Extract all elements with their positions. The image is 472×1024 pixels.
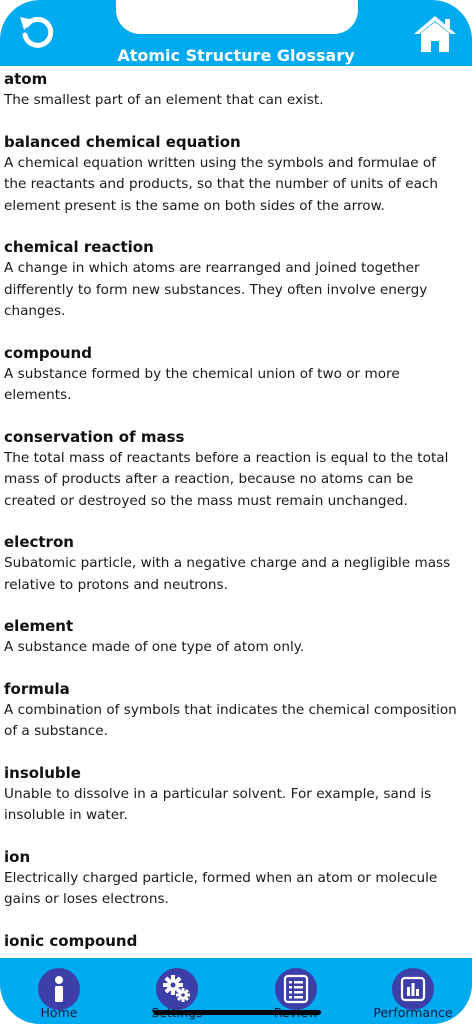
tab-icon-circle	[38, 968, 80, 1010]
glossary-entry: element A substance made of one type of …	[0, 616, 472, 659]
tab-settings[interactable]: Settings	[122, 968, 232, 1024]
gears-icon	[163, 975, 190, 1002]
glossary-entry: formula A combination of symbols that in…	[0, 679, 472, 743]
tab-review[interactable]: Review	[241, 968, 351, 1024]
glossary-list[interactable]: atom The smallest part of an element tha…	[0, 66, 472, 958]
glossary-definition: A substance made of one type of atom onl…	[4, 639, 305, 655]
tab-icon-circle	[392, 968, 434, 1010]
checklist-icon	[283, 974, 309, 1004]
glossary-term: chemical reaction	[4, 238, 154, 256]
header-bar: Atomic Structure Glossary	[0, 0, 472, 66]
glossary-term: insoluble	[4, 763, 81, 782]
glossary-definition: Unable to dissolve in a particular solve…	[4, 785, 432, 824]
glossary-entry: ionic compound	[0, 931, 472, 952]
tab-icon-circle	[156, 968, 198, 1010]
glossary-term: electron	[4, 533, 74, 551]
glossary-term: formula	[4, 679, 70, 698]
bar-chart-icon	[400, 976, 426, 1002]
glossary-definition: A chemical equation written using the sy…	[4, 154, 439, 214]
glossary-definition: The total mass of reactants before a rea…	[4, 449, 449, 509]
device-notch	[116, 0, 358, 34]
page-title: Atomic Structure Glossary	[117, 46, 355, 65]
glossary-term: element	[4, 617, 74, 635]
tab-home[interactable]: Home	[4, 968, 114, 1024]
info-icon	[55, 976, 63, 1002]
glossary-entry: balanced chemical equation A chemical eq…	[0, 132, 472, 218]
tab-label: Home	[40, 1005, 78, 1020]
tab-icon-circle	[275, 968, 317, 1010]
glossary-term: compound	[4, 343, 92, 362]
glossary-entry: chemical reaction A change in which atom…	[0, 237, 472, 323]
tab-label: Performance	[373, 1005, 453, 1020]
glossary-term: ionic compound	[4, 931, 138, 950]
glossary-definition: The smallest part of an element that can…	[4, 92, 324, 108]
glossary-term: atom	[4, 70, 48, 88]
tab-performance[interactable]: Performance	[358, 968, 468, 1024]
glossary-entry: atom The smallest part of an element tha…	[0, 69, 472, 112]
glossary-definition: A change in which atoms are rearranged a…	[4, 260, 428, 319]
glossary-definition: A combination of symbols that indicates …	[4, 701, 457, 740]
glossary-entry: compound A substance formed by the chemi…	[0, 343, 472, 407]
glossary-entry: electron Subatomic particle, with a nega…	[0, 532, 472, 596]
home-indicator	[153, 1010, 321, 1015]
glossary-definition: A substance formed by the chemical union…	[4, 365, 400, 404]
glossary-term: ion	[4, 847, 31, 866]
glossary-entry: insoluble Unable to dissolve in a partic…	[0, 763, 472, 827]
glossary-term: balanced chemical equation	[4, 132, 241, 151]
glossary-term: conservation of mass	[4, 427, 185, 446]
glossary-definition: Subatomic particle, with a negative char…	[4, 555, 451, 593]
glossary-entry: ion Electrically charged particle, forme…	[0, 847, 472, 911]
glossary-entry: conservation of mass The total mass of r…	[0, 427, 472, 513]
glossary-definition: Electrically charged particle, formed wh…	[4, 869, 438, 908]
